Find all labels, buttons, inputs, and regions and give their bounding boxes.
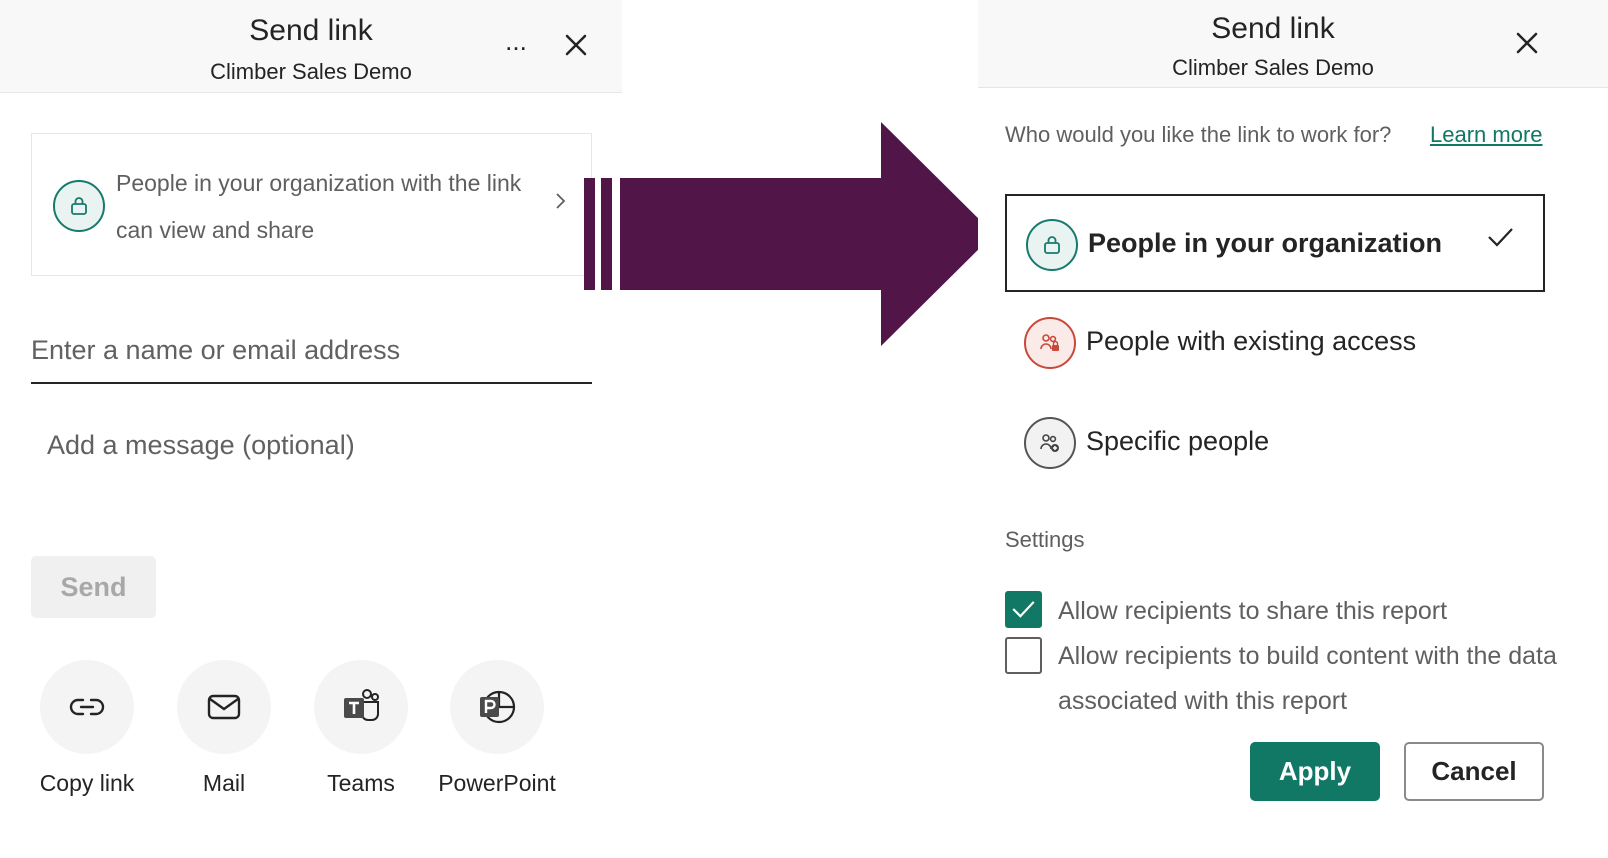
lock-icon (1044, 236, 1060, 254)
people-add-icon (1040, 434, 1059, 452)
option-label: Specific people (1086, 426, 1270, 456)
allow-share-checkbox[interactable] (1005, 591, 1042, 628)
lock-icon (71, 197, 87, 215)
link-icon (69, 698, 105, 716)
panel-header: Send link Climber Sales Demo ... (0, 0, 622, 93)
copy-link-circle (40, 660, 134, 754)
checkmark-icon (1012, 601, 1035, 618)
close-icon (565, 34, 587, 56)
panel-title: Send link (1211, 12, 1335, 45)
checkmark-icon (1488, 228, 1513, 247)
send-link-panel-left: Send link Climber Sales Demo ... People … (0, 0, 622, 858)
option-ring (1024, 417, 1076, 469)
arrow-body (620, 122, 994, 346)
panel-header: Send link Climber Sales Demo (978, 0, 1608, 88)
allow-build-checkbox[interactable] (1005, 637, 1042, 674)
powerpoint-icon (480, 690, 516, 724)
powerpoint-circle (450, 660, 544, 754)
option-ring (1024, 317, 1076, 369)
close-button[interactable] (558, 27, 594, 63)
cancel-button[interactable]: Cancel (1404, 742, 1544, 801)
option-ring (1026, 219, 1078, 271)
mail-option[interactable]: Mail (159, 660, 289, 810)
message-input[interactable] (31, 418, 592, 528)
option-label: People in your organization (1088, 228, 1443, 258)
option-people-with-existing-access[interactable]: People with existing access (1005, 294, 1545, 392)
copy-link-option[interactable]: Copy link (22, 660, 152, 810)
powerpoint-label: PowerPoint (438, 770, 556, 796)
panel-subtitle: Climber Sales Demo (1172, 55, 1374, 80)
option-people-in-organization[interactable]: People in your organization (1005, 194, 1545, 292)
teams-label: Teams (327, 770, 395, 796)
copy-link-label: Copy link (39, 770, 135, 796)
send-link-panel-right: Send link Climber Sales Demo Who would y… (978, 0, 1608, 858)
teams-circle (314, 660, 408, 754)
apply-button[interactable]: Apply (1250, 742, 1380, 801)
arrow-graphic (584, 122, 994, 346)
link-permission-card[interactable]: People in your organization with the lin… (31, 133, 592, 276)
mail-label: Mail (202, 770, 246, 796)
more-options-button[interactable]: ... (496, 26, 536, 62)
option-specific-people[interactable]: Specific people (1005, 394, 1545, 492)
settings-heading: Settings (1005, 527, 1085, 552)
send-button[interactable]: Send (31, 556, 156, 618)
allow-share-label: Allow recipients to share this report (1058, 597, 1448, 625)
teams-icon (344, 689, 379, 721)
powerpoint-option[interactable]: PowerPoint (432, 660, 562, 810)
email-input[interactable] (31, 318, 592, 384)
option-label: People with existing access (1086, 326, 1417, 356)
learn-more-link[interactable]: Learn more (1430, 122, 1543, 148)
close-icon (1516, 32, 1538, 54)
arrow-stripe (584, 178, 595, 290)
link-audience-question: Who would you like the link to work for? (1005, 122, 1392, 147)
permission-ring (53, 180, 105, 232)
teams-option[interactable]: Teams (296, 660, 426, 810)
mail-circle (177, 660, 271, 754)
chevron-right-icon (556, 193, 566, 209)
people-lock-icon (1040, 334, 1059, 351)
close-button[interactable] (1509, 25, 1545, 61)
panel-subtitle: Climber Sales Demo (210, 59, 412, 84)
allow-build-label: Allow recipients to build content with t… (1058, 642, 1557, 715)
arrow-stripe (601, 178, 612, 290)
permission-summary: People in your organization with the lin… (116, 170, 522, 243)
mail-icon (207, 694, 241, 720)
